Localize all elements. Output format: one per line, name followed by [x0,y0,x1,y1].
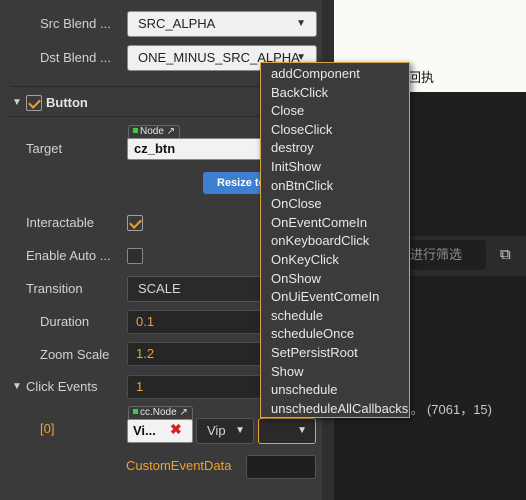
chevron-down-icon: ▼ [235,425,245,436]
menu-item[interactable]: BackClick [261,84,409,103]
custom-event-data-label: CustomEventData [126,458,232,473]
menu-item[interactable]: OnUiEventComeIn [261,288,409,307]
target-label: Target [26,141,63,156]
dst-blend-label: Dst Blend ... [40,50,111,65]
clear-icon[interactable]: ✖ [170,421,182,438]
src-blend-label: Src Blend ... [40,16,111,31]
target-node-field[interactable]: cz_btn [127,138,267,160]
menu-item[interactable]: CloseClick [261,121,409,140]
click-events-count-input[interactable]: 1 [127,375,267,399]
chevron-down-icon: ▼ [297,425,307,436]
link-icon: ↗ [166,126,176,137]
link-icon: ↗ [179,407,188,418]
transition-select[interactable]: SCALE [127,276,267,302]
node-type-tag: cc.Node ↗ [128,406,193,419]
menu-item[interactable]: schedule [261,307,409,326]
menu-item[interactable]: destroy [261,139,409,158]
menu-item[interactable]: onKeyboardClick [261,232,409,251]
menu-item[interactable]: Close [261,102,409,121]
menu-item[interactable]: unschedule [261,381,409,400]
button-section-title: Button [46,95,88,110]
interactable-label: Interactable [26,215,94,230]
duration-input[interactable]: 0.1 [127,310,267,334]
collapse-triangle-icon[interactable]: ▼ [12,97,22,108]
enable-auto-label: Enable Auto ... [26,248,111,263]
event-component-select[interactable]: Vip ▼ [196,418,254,444]
interactable-checkbox[interactable] [127,215,143,231]
event-node-field[interactable]: Vi... [127,419,193,443]
chevron-down-icon: ▼ [296,18,306,29]
event-index-label: [0] [40,421,55,436]
zoom-scale-input[interactable]: 1.2 [127,342,267,366]
menu-item[interactable]: InitShow [261,158,409,177]
filter-input[interactable]: 进行筛选 [402,240,486,270]
node-dot-icon [133,128,138,133]
resize-to-target-button[interactable]: Resize to Target [203,172,267,194]
src-blend-select[interactable]: SRC_ALPHA ▼ [127,11,317,37]
src-blend-value: SRC_ALPHA [138,16,216,31]
menu-item[interactable]: onBtnClick [261,177,409,196]
node-dot-icon [133,409,138,414]
menu-item[interactable]: OnEventComeIn [261,214,409,233]
menu-item[interactable]: SetPersistRoot [261,344,409,363]
menu-item[interactable]: OnClose [261,195,409,214]
zoom-scale-label: Zoom Scale [40,347,110,362]
event-node-value: Vi... [133,423,156,438]
menu-item[interactable]: unscheduleAllCallbacks [261,400,409,419]
menu-item[interactable]: OnShow [261,270,409,289]
collapse-triangle-icon[interactable]: ▼ [12,381,22,392]
log-line: ”。 (7061，15) [406,402,492,417]
receipt-text: 回执 [408,70,435,85]
handler-dropdown-menu: addComponent BackClick Close CloseClick dest… [260,62,410,418]
event-component-value: Vip [207,423,226,438]
copy-icon[interactable]: ⧉ [500,246,511,263]
menu-item[interactable]: scheduleOnce [261,325,409,344]
click-events-label: Click Events [26,379,98,394]
custom-event-data-input[interactable] [246,455,316,479]
transition-label: Transition [26,281,83,296]
enable-auto-checkbox[interactable] [127,248,143,264]
node-type-tag: Node ↗ [128,125,181,138]
button-enabled-checkbox[interactable] [26,95,42,111]
node-tag-label: Node [140,126,164,137]
menu-item[interactable]: OnKeyClick [261,251,409,270]
menu-item[interactable]: Show [261,363,409,382]
duration-label: Duration [40,314,90,329]
node-tag-label: cc.Node [140,407,177,418]
event-handler-select[interactable]: ▼ [258,418,316,444]
menu-item[interactable]: addComponent [261,65,409,84]
